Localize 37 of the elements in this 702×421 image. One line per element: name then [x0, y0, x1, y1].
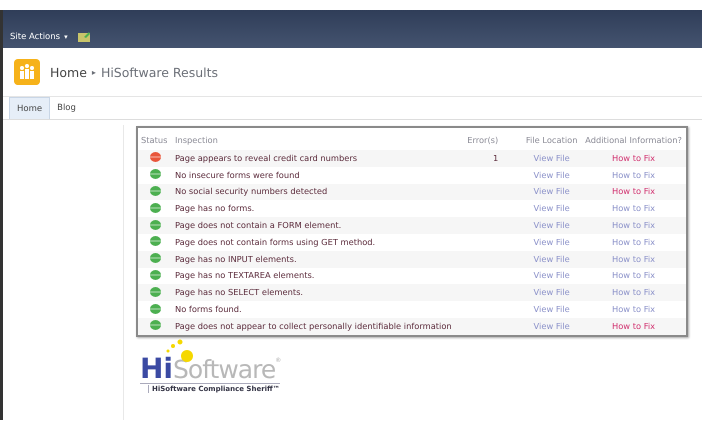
- table-cell: No forms found.: [172, 301, 463, 318]
- home-link[interactable]: Home: [50, 64, 87, 80]
- error-count: 1: [492, 152, 498, 163]
- table-cell: Page has no SELECT elements.: [172, 284, 463, 302]
- nav-tab[interactable]: Home: [9, 97, 50, 119]
- logo-text: Hi: [140, 354, 174, 383]
- column-header: File Location: [522, 127, 582, 150]
- site-actions-menu[interactable]: Site Actions: [10, 32, 60, 42]
- view-file-link[interactable]: View File: [534, 170, 570, 180]
- how-to-fix-link[interactable]: How to Fix: [612, 304, 656, 314]
- column-header: Inspection: [172, 127, 463, 150]
- view-file-link[interactable]: View File: [534, 203, 570, 214]
- view-file-link[interactable]: View File: [534, 236, 570, 247]
- view-file-link[interactable]: View File: [534, 270, 570, 280]
- nav-tab[interactable]: Blog: [50, 97, 83, 119]
- table-cell: Page appears to reveal credit card numbers: [172, 150, 463, 167]
- page-title: HiSoftware Results: [100, 64, 218, 80]
- table-cell: Page does not appear to collect personally identifiable information: [172, 318, 463, 336]
- how-to-fix-link[interactable]: How to Fix: [612, 170, 656, 180]
- table-cell: Page has no TEXTAREA elements.: [172, 268, 463, 284]
- column-header: Status: [137, 127, 172, 150]
- table-cell: Page has no forms.: [172, 200, 463, 218]
- table-cell: Page does not contain a FORM element.: [172, 217, 463, 234]
- table-cell: Page does not contain forms using GET method.: [172, 234, 463, 251]
- logo-text: Software: [173, 356, 276, 383]
- table-cell: No insecure forms were found: [172, 166, 463, 184]
- table-cell: No social security numbers detected: [172, 184, 463, 200]
- column-header: Additional Information?: [581, 127, 687, 150]
- breadcrumb-separator: ▸: [92, 68, 96, 76]
- table-cell: Page has no INPUT elements.: [172, 250, 463, 268]
- folder-icon[interactable]: [78, 31, 91, 42]
- site-logo-icon: [14, 59, 40, 85]
- column-header: Error(s): [463, 127, 522, 150]
- view-file-link[interactable]: View File: [534, 304, 570, 314]
- how-to-fix-link[interactable]: How to Fix: [612, 203, 656, 214]
- how-to-fix-link[interactable]: How to Fix: [612, 270, 656, 280]
- how-to-fix-link[interactable]: How to Fix: [612, 236, 656, 247]
